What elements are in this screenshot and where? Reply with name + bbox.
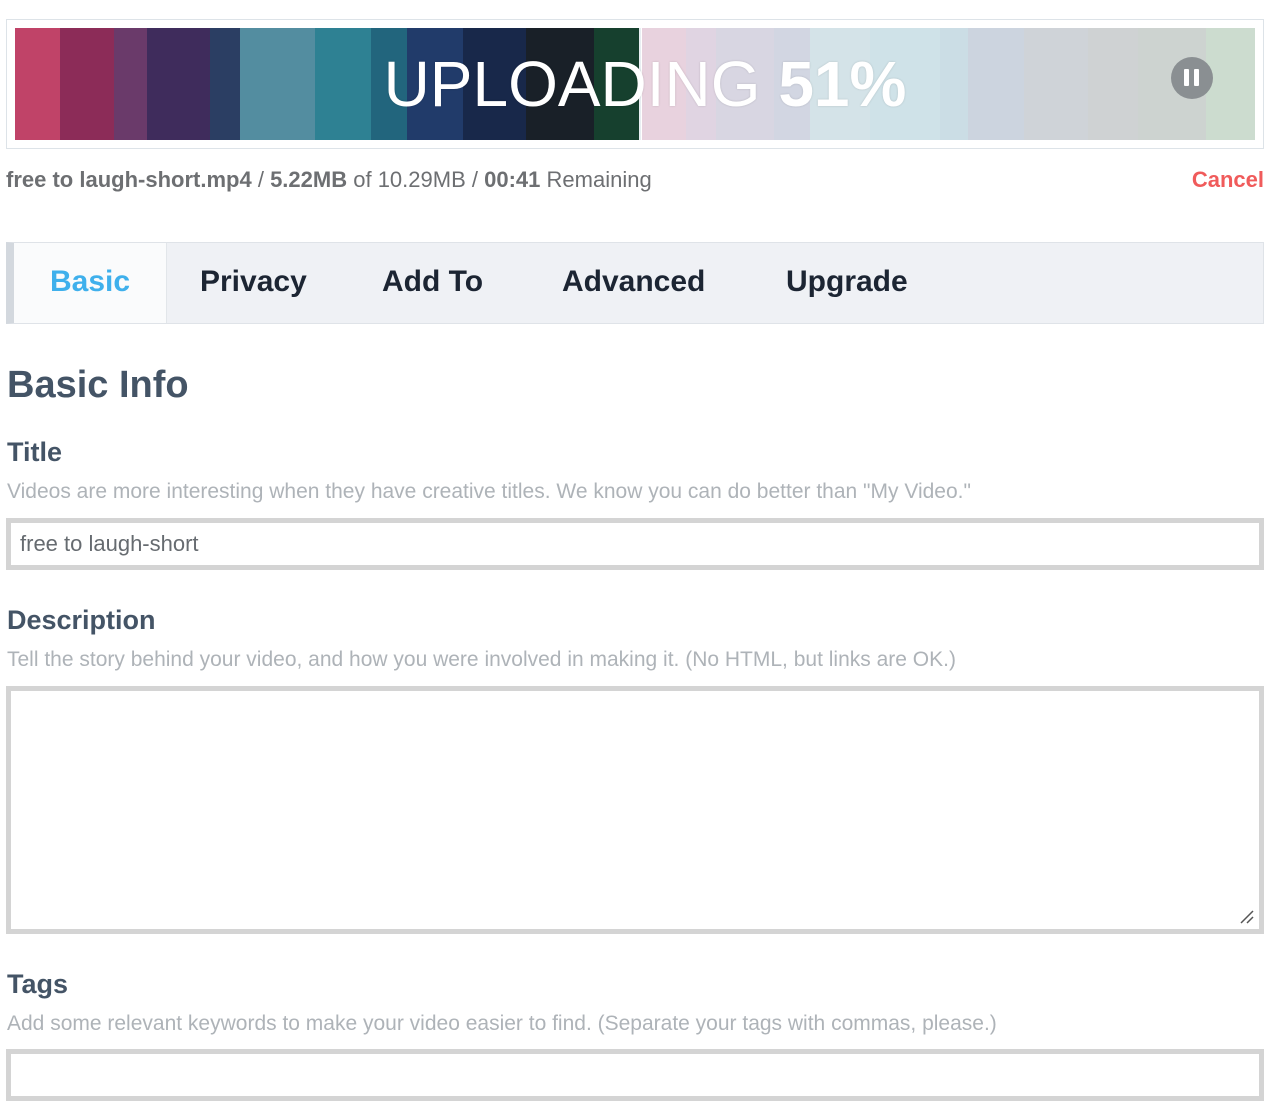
description-label: Description	[7, 605, 156, 635]
resize-handle-icon[interactable]	[1238, 908, 1254, 924]
cancel-upload-link[interactable]: Cancel	[1192, 167, 1264, 193]
upload-progress-bar: UPLOADING 51%	[15, 28, 1255, 140]
upload-percent: 51%	[778, 48, 907, 120]
upload-file-info: free to laugh-short.mp4 / 5.22MB of 10.2…	[6, 167, 652, 193]
title-help: Videos are more interesting when they ha…	[7, 480, 971, 503]
separator: /	[257, 167, 264, 192]
tab-advanced[interactable]: Advanced	[562, 243, 705, 323]
description-help: Tell the story behind your video, and ho…	[7, 648, 956, 671]
tags-label: Tags	[7, 969, 69, 999]
section-title: Basic Info	[7, 364, 189, 406]
tab-add-to[interactable]: Add To	[382, 243, 483, 323]
remaining-label: Remaining	[546, 167, 652, 192]
tab-basic[interactable]: Basic	[14, 243, 167, 323]
description-textarea[interactable]	[6, 686, 1264, 934]
file-name: free to laugh-short.mp4	[6, 167, 252, 192]
upload-status-word: UPLOADING	[383, 48, 761, 120]
time-remaining: 00:41	[484, 167, 541, 192]
separator: /	[471, 167, 478, 192]
pause-button[interactable]	[1171, 57, 1213, 99]
uploaded-size: 5.22MB	[270, 167, 348, 192]
title-label: Title	[7, 437, 63, 467]
tab-upgrade[interactable]: Upgrade	[786, 243, 908, 323]
settings-tabs: Basic Privacy Add To Advanced Upgrade	[6, 242, 1264, 324]
upload-progress-panel: UPLOADING 51%	[6, 19, 1264, 149]
tab-privacy[interactable]: Privacy	[200, 243, 307, 323]
tags-input[interactable]	[6, 1049, 1264, 1101]
title-input[interactable]	[6, 518, 1264, 570]
total-size: of 10.29MB	[353, 167, 466, 192]
tags-help: Add some relevant keywords to make your …	[7, 1012, 997, 1035]
upload-status-text: UPLOADING 51%	[15, 28, 1255, 140]
